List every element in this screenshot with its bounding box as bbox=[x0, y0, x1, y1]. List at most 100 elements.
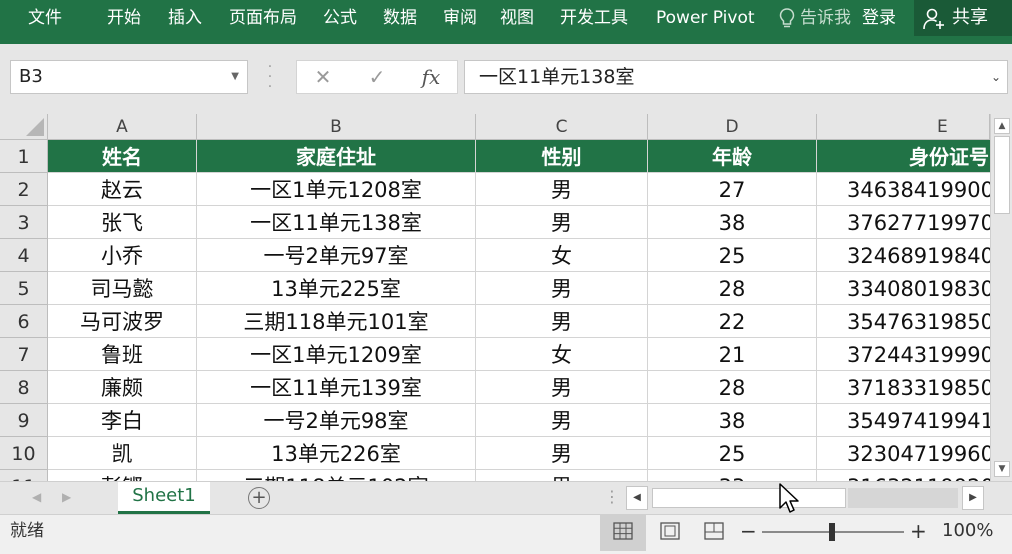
table-cell-address[interactable]: 三期118单元102室 bbox=[197, 470, 476, 481]
enter-icon[interactable]: ✓ bbox=[357, 61, 397, 93]
tab-review[interactable]: 审阅 bbox=[443, 0, 477, 36]
table-cell-address[interactable]: 一区1单元1208室 bbox=[197, 173, 476, 206]
column-header-a[interactable]: A bbox=[48, 114, 197, 140]
table-cell-age[interactable]: 38 bbox=[648, 206, 817, 239]
table-cell-id-number[interactable]: 37244319990 bbox=[817, 338, 990, 371]
table-cell-age[interactable]: 38 bbox=[648, 404, 817, 437]
table-cell-gender[interactable]: 男 bbox=[476, 437, 648, 470]
table-cell-gender[interactable]: 男 bbox=[476, 470, 648, 481]
table-cell-address[interactable]: 13单元226室 bbox=[197, 437, 476, 470]
share-button[interactable]: 共享 bbox=[914, 0, 1012, 36]
page-layout-view-button[interactable] bbox=[652, 515, 688, 551]
scroll-up-icon[interactable]: ▲ bbox=[994, 118, 1010, 134]
horizontal-scrollbar[interactable]: ◀ ▶ bbox=[626, 486, 988, 510]
select-all-corner[interactable] bbox=[0, 114, 48, 140]
table-cell-name[interactable]: 鲁班 bbox=[48, 338, 197, 371]
tab-split-handle-icon[interactable]: ⋮ bbox=[604, 482, 620, 512]
table-cell-gender[interactable]: 男 bbox=[476, 371, 648, 404]
row-header[interactable]: 7 bbox=[0, 338, 48, 371]
add-sheet-icon[interactable]: + bbox=[248, 487, 270, 509]
horizontal-scroll-thumb[interactable] bbox=[652, 488, 846, 508]
table-cell-id-number[interactable]: 37183319850 bbox=[817, 371, 990, 404]
vertical-scroll-thumb[interactable] bbox=[994, 136, 1010, 214]
page-break-view-button[interactable] bbox=[696, 515, 732, 551]
table-cell-gender[interactable]: 女 bbox=[476, 338, 648, 371]
tab-scroll-left-icon[interactable]: ◀ bbox=[32, 482, 41, 512]
tab-formulas[interactable]: 公式 bbox=[323, 0, 357, 36]
table-cell-id-number[interactable]: 31632119920 bbox=[817, 470, 990, 481]
chevron-down-icon[interactable]: ▼ bbox=[231, 61, 239, 93]
column-header-b[interactable]: B bbox=[197, 114, 476, 140]
table-cell-name[interactable]: 司马懿 bbox=[48, 272, 197, 305]
tab-view[interactable]: 视图 bbox=[500, 0, 534, 36]
table-cell-address[interactable]: 一号2单元97室 bbox=[197, 239, 476, 272]
table-cell-gender[interactable]: 男 bbox=[476, 305, 648, 338]
table-cell-id-number[interactable]: 34638419900 bbox=[817, 173, 990, 206]
zoom-out-icon[interactable]: − bbox=[740, 515, 757, 547]
table-cell-age[interactable]: 27 bbox=[648, 173, 817, 206]
table-header-id-number[interactable]: 身份证号 bbox=[817, 140, 990, 173]
row-header[interactable]: 11 bbox=[0, 470, 48, 481]
table-cell-age[interactable]: 21 bbox=[648, 338, 817, 371]
table-cell-address[interactable]: 三期118单元101室 bbox=[197, 305, 476, 338]
row-header[interactable]: 8 bbox=[0, 371, 48, 404]
table-cell-age[interactable]: 22 bbox=[648, 305, 817, 338]
table-cell-gender[interactable]: 男 bbox=[476, 272, 648, 305]
table-cell-id-number[interactable]: 35497419941 bbox=[817, 404, 990, 437]
column-header-c[interactable]: C bbox=[476, 114, 648, 140]
table-header-address[interactable]: 家庭住址 bbox=[197, 140, 476, 173]
table-cell-name[interactable]: 廉颇 bbox=[48, 371, 197, 404]
table-cell-gender[interactable]: 男 bbox=[476, 173, 648, 206]
scroll-down-icon[interactable]: ▼ bbox=[994, 461, 1010, 477]
table-cell-name[interactable]: 马可波罗 bbox=[48, 305, 197, 338]
row-header[interactable]: 10 bbox=[0, 437, 48, 470]
table-cell-id-number[interactable]: 33408019830 bbox=[817, 272, 990, 305]
zoom-slider-thumb[interactable] bbox=[829, 523, 835, 541]
table-header-age[interactable]: 年龄 bbox=[648, 140, 817, 173]
scroll-right-icon[interactable]: ▶ bbox=[962, 486, 984, 510]
table-cell-address[interactable]: 一区11单元138室 bbox=[197, 206, 476, 239]
column-header-e[interactable]: E bbox=[817, 114, 990, 140]
table-cell-address[interactable]: 一区1单元1209室 bbox=[197, 338, 476, 371]
drag-handle-icon[interactable]: · · · bbox=[266, 60, 274, 94]
row-header[interactable]: 2 bbox=[0, 173, 48, 206]
table-cell-name[interactable]: 李白 bbox=[48, 404, 197, 437]
tab-scroll-right-icon[interactable]: ▶ bbox=[62, 482, 71, 512]
normal-view-button[interactable] bbox=[600, 515, 646, 551]
table-cell-name[interactable]: 彭铿 bbox=[48, 470, 197, 481]
horizontal-scroll-track[interactable] bbox=[848, 488, 958, 508]
table-header-gender[interactable]: 性别 bbox=[476, 140, 648, 173]
table-cell-gender[interactable]: 男 bbox=[476, 404, 648, 437]
row-header[interactable]: 3 bbox=[0, 206, 48, 239]
insert-function-icon[interactable]: fx bbox=[411, 61, 451, 93]
table-cell-name[interactable]: 凯 bbox=[48, 437, 197, 470]
vertical-scrollbar[interactable]: ▲ ▼ bbox=[990, 114, 1012, 481]
worksheet-grid[interactable]: A B C D E 1 姓名 家庭住址 性别 年龄 身份证号 2 赵云 一区1单元1208室男 2… bbox=[0, 114, 990, 481]
table-cell-address[interactable]: 一区11单元139室 bbox=[197, 371, 476, 404]
table-cell-address[interactable]: 一号2单元98室 bbox=[197, 404, 476, 437]
tab-data[interactable]: 数据 bbox=[383, 0, 417, 36]
tab-file[interactable]: 文件 bbox=[28, 0, 62, 36]
row-header[interactable]: 5 bbox=[0, 272, 48, 305]
row-header[interactable]: 4 bbox=[0, 239, 48, 272]
table-cell-age[interactable]: 33 bbox=[648, 470, 817, 481]
row-header[interactable]: 6 bbox=[0, 305, 48, 338]
tab-page-layout[interactable]: 页面布局 bbox=[229, 0, 297, 36]
row-header[interactable]: 1 bbox=[0, 140, 48, 173]
table-cell-name[interactable]: 小乔 bbox=[48, 239, 197, 272]
table-cell-address[interactable]: 13单元225室 bbox=[197, 272, 476, 305]
tab-developer[interactable]: 开发工具 bbox=[560, 0, 628, 36]
table-cell-age[interactable]: 28 bbox=[648, 371, 817, 404]
tab-insert[interactable]: 插入 bbox=[168, 0, 202, 36]
table-cell-name[interactable]: 赵云 bbox=[48, 173, 197, 206]
zoom-in-icon[interactable]: + bbox=[910, 515, 927, 547]
row-header[interactable]: 9 bbox=[0, 404, 48, 437]
table-cell-age[interactable]: 25 bbox=[648, 239, 817, 272]
scroll-left-icon[interactable]: ◀ bbox=[626, 486, 648, 510]
tab-power-pivot[interactable]: Power Pivot bbox=[656, 0, 755, 36]
name-box[interactable]: B3 ▼ bbox=[10, 60, 248, 94]
table-cell-gender[interactable]: 男 bbox=[476, 206, 648, 239]
table-cell-id-number[interactable]: 32304719960 bbox=[817, 437, 990, 470]
table-cell-name[interactable]: 张飞 bbox=[48, 206, 197, 239]
table-cell-age[interactable]: 25 bbox=[648, 437, 817, 470]
